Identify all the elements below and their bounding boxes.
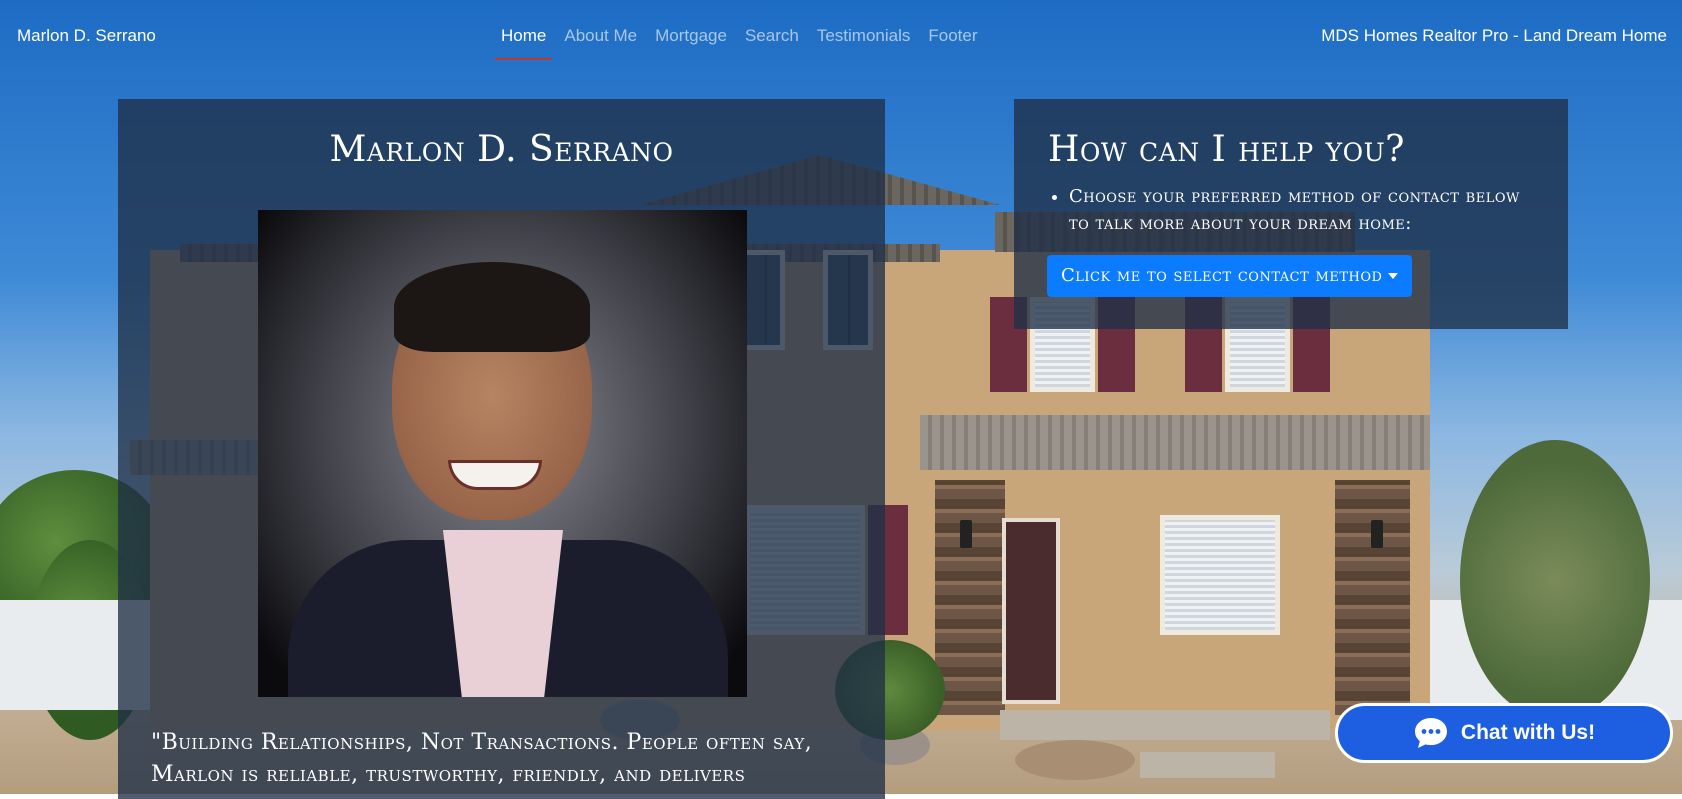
landscape-rock <box>1015 740 1135 780</box>
porch-step <box>1000 710 1330 740</box>
nav-links: Home About Me Mortgage Search Testimonia… <box>492 26 987 60</box>
navbar-brand[interactable]: Marlon D. Serrano <box>17 26 156 46</box>
nav-link-footer[interactable]: Footer <box>919 26 986 46</box>
porch-step <box>1140 752 1275 778</box>
chevron-down-icon <box>1388 273 1399 279</box>
help-heading: How can I help you? <box>1048 129 1405 170</box>
contact-help-panel: How can I help you? Choose your preferre… <box>1014 99 1568 329</box>
nav-link-testimonials[interactable]: Testimonials <box>808 26 920 46</box>
porch-lamp <box>960 520 972 548</box>
chat-button-label: Chat with Us! <box>1460 721 1596 744</box>
front-door <box>1002 518 1060 704</box>
nav-link-home[interactable]: Home <box>492 26 555 60</box>
nav-link-about-me[interactable]: About Me <box>555 26 646 46</box>
porch-lamp <box>1371 520 1383 548</box>
help-instruction-item: Choose your preferred method of contact … <box>1069 183 1539 237</box>
hero-profile-panel: Marlon D. Serrano "Building Relationship… <box>118 99 885 799</box>
agent-quote: "Building Relationships, Not Transaction… <box>151 730 813 787</box>
chat-bubble-icon <box>1414 718 1447 748</box>
navbar-tagline: MDS Homes Realtor Pro - Land Dream Home <box>1321 26 1667 45</box>
window <box>1160 515 1280 635</box>
agent-portrait-photo <box>258 210 747 697</box>
help-instructions-list: Choose your preferred method of contact … <box>1048 183 1539 237</box>
chat-with-us-button[interactable]: Chat with Us! <box>1335 703 1673 763</box>
agent-name-heading: Marlon D. Serrano <box>329 129 674 170</box>
porch-roof <box>920 415 1430 470</box>
tree <box>1460 440 1650 720</box>
portrait-hair <box>394 262 590 352</box>
nav-link-search[interactable]: Search <box>736 26 808 46</box>
select-contact-method-label: Click me to select contact method <box>1061 265 1383 286</box>
select-contact-method-button[interactable]: Click me to select contact method <box>1047 255 1413 297</box>
stone-column <box>1335 480 1410 715</box>
stone-column <box>935 480 1005 715</box>
nav-link-mortgage[interactable]: Mortgage <box>646 26 736 46</box>
top-navbar: Marlon D. Serrano Home About Me Mortgage… <box>0 0 1682 72</box>
